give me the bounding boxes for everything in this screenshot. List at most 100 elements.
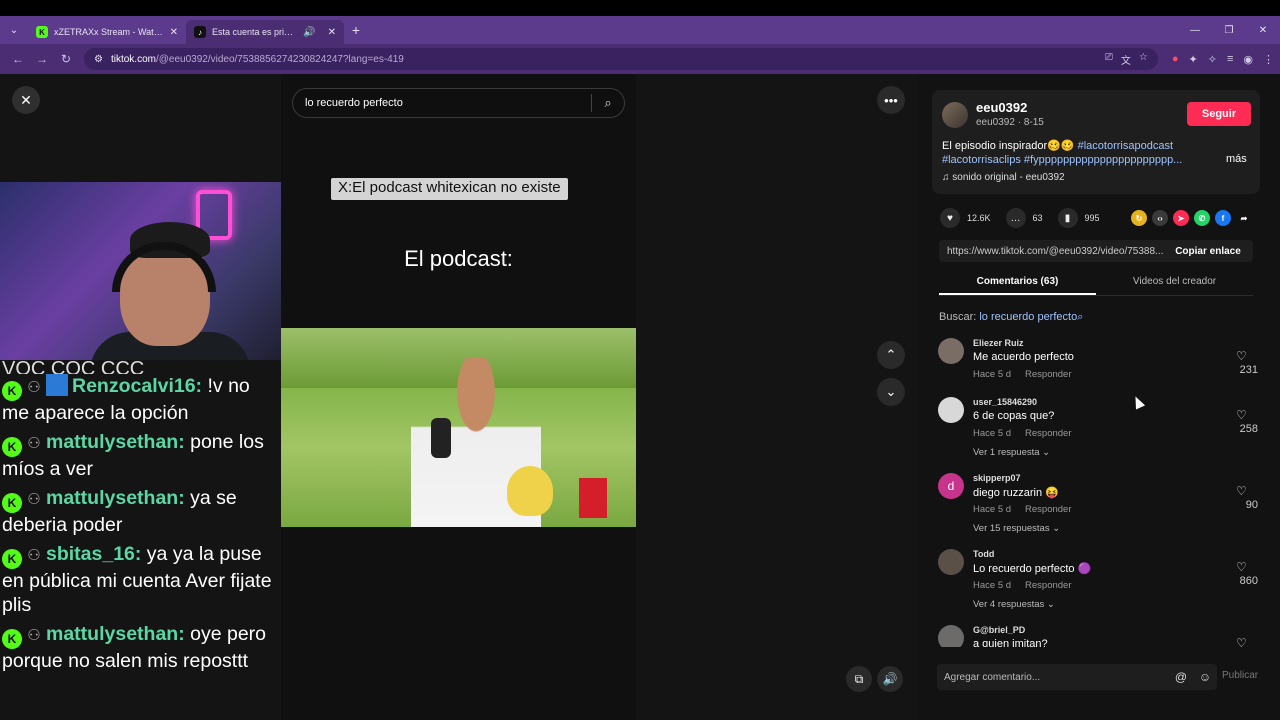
- gift-icon[interactable]: ✦: [1189, 53, 1198, 66]
- search-query-link[interactable]: lo recuerdo perfecto: [979, 311, 1077, 323]
- tab-close-icon[interactable]: ✕: [170, 27, 178, 38]
- kick-favicon-icon: K: [36, 26, 48, 38]
- comment-like-heart-icon[interactable]: ♡: [1236, 408, 1247, 422]
- commenter-name[interactable]: Todd: [973, 549, 994, 559]
- comment-time: Hace 5 d: [973, 504, 1012, 515]
- browser-tab-tiktok[interactable]: ♪ Esta cuenta es privada. Sig 🔊 ✕: [186, 20, 344, 44]
- reply-button[interactable]: Responder: [1025, 580, 1071, 591]
- comment-text: a quien imitan?: [973, 638, 1048, 647]
- embed-code-icon[interactable]: ‹›: [1152, 210, 1168, 226]
- copy-link-button[interactable]: Copiar enlace: [1163, 246, 1253, 257]
- comment-like-heart-icon[interactable]: ♡: [1236, 560, 1247, 574]
- chat-username: mattulysethan:: [46, 623, 185, 645]
- comment-meta: Hace 5 d Responder: [973, 428, 1072, 439]
- floating-player-button[interactable]: ⧉: [846, 666, 872, 692]
- tab-audio-icon[interactable]: 🔊: [303, 27, 315, 38]
- commenter-avatar[interactable]: d: [938, 473, 964, 499]
- publish-button[interactable]: Publicar: [1222, 670, 1258, 681]
- facebook-icon[interactable]: f: [1215, 210, 1231, 226]
- video-title-text: El podcast:: [404, 246, 513, 271]
- browser-menu-icon[interactable]: ⋮: [1263, 53, 1274, 66]
- reply-button[interactable]: Responder: [1025, 369, 1071, 380]
- reply-button[interactable]: Responder: [1025, 428, 1071, 439]
- translate-icon[interactable]: 文: [1121, 52, 1131, 67]
- user-icon: ⚇: [27, 491, 41, 508]
- chat-username: Renzocalvi16:: [72, 375, 203, 397]
- commenter-name[interactable]: G@briel_PD: [973, 625, 1025, 635]
- extension-red-icon[interactable]: ●: [1172, 53, 1179, 66]
- commenter-avatar[interactable]: [938, 338, 964, 364]
- share-arrow-icon[interactable]: ➦: [1236, 210, 1252, 226]
- bookmark-star-icon[interactable]: ☆: [1139, 52, 1148, 67]
- commenter-avatar[interactable]: [938, 397, 964, 423]
- author-name[interactable]: eeu0392: [976, 100, 1027, 115]
- comment-text: 6 de copas que?: [973, 410, 1055, 422]
- follow-button[interactable]: Seguir: [1187, 102, 1251, 126]
- window-close-icon[interactable]: ✕: [1246, 25, 1280, 36]
- kick-badge-icon: K: [2, 437, 22, 457]
- commenter-avatar[interactable]: [938, 549, 964, 575]
- commenter-avatar[interactable]: [938, 625, 964, 647]
- more-options-button[interactable]: •••: [877, 86, 905, 114]
- commenter-name[interactable]: Eliezer Ruiz: [973, 338, 1024, 348]
- commenter-name[interactable]: user_15846290: [973, 397, 1037, 407]
- user-icon: ⚇: [27, 379, 41, 396]
- chat-username: mattulysethan:: [46, 431, 185, 453]
- restore-icon[interactable]: ❐: [1212, 25, 1246, 36]
- chevron-down-icon: ⌄: [885, 384, 897, 399]
- video-search-input[interactable]: [305, 97, 591, 109]
- repost-icon[interactable]: ↻: [1131, 210, 1147, 226]
- back-icon[interactable]: ←: [6, 52, 30, 66]
- user-icon: ⚇: [27, 547, 41, 564]
- screen-top-strip: [0, 0, 1280, 16]
- emoji-icon[interactable]: ☺: [1193, 670, 1217, 684]
- comment-like-heart-icon[interactable]: ♡: [1236, 349, 1247, 363]
- author-avatar[interactable]: [942, 102, 968, 128]
- comment-like-heart-icon[interactable]: ♡: [1236, 484, 1247, 498]
- comment-like-heart-icon[interactable]: ♡: [1236, 636, 1247, 647]
- whatsapp-icon[interactable]: ✆: [1194, 210, 1210, 226]
- browser-tab-kick[interactable]: K xZETRAXx Stream - Watch Live ✕: [28, 20, 186, 44]
- comment-time: Hace 5 d: [973, 369, 1012, 380]
- chat-message: K ⚇ mattulysethan: pone los míos a ver: [2, 430, 281, 481]
- mention-icon[interactable]: @: [1169, 670, 1193, 684]
- tab-comments[interactable]: Comentarios (63): [939, 270, 1096, 295]
- forward-icon[interactable]: →: [30, 52, 54, 66]
- site-info-icon[interactable]: ⚙: [94, 54, 103, 65]
- comment-bubble-icon[interactable]: …: [1005, 208, 1026, 228]
- search-icon[interactable]: ⌕: [592, 95, 624, 111]
- chat-username: sbitas_16:: [46, 543, 142, 565]
- minimize-icon[interactable]: —: [1178, 25, 1212, 36]
- install-app-icon[interactable]: ⎚: [1105, 52, 1113, 67]
- reply-button[interactable]: Responder: [1025, 504, 1071, 515]
- video-overlay-caption: X:El podcast whitexican no existe: [331, 178, 568, 200]
- close-icon: ✕: [20, 91, 32, 108]
- tab-search-icon[interactable]: ⌄: [0, 16, 28, 44]
- new-tab-button[interactable]: +: [344, 22, 368, 38]
- view-replies-button[interactable]: Ver 15 respuestas ⌄: [973, 523, 1060, 534]
- tab-close-icon[interactable]: ✕: [328, 27, 336, 38]
- volume-button[interactable]: 🔊: [877, 666, 903, 692]
- reload-icon[interactable]: ↻: [54, 52, 78, 66]
- window-controls: — ❐ ✕: [1178, 25, 1280, 36]
- next-video-button[interactable]: ⌄: [877, 378, 905, 406]
- like-heart-icon[interactable]: ♥: [940, 208, 960, 228]
- bookmark-icon[interactable]: ▮: [1057, 208, 1078, 228]
- add-comment-input[interactable]: [944, 671, 1169, 683]
- view-replies-button[interactable]: Ver 1 respuesta ⌄: [973, 447, 1050, 458]
- view-replies-button[interactable]: Ver 4 respuestas ⌄: [973, 599, 1055, 610]
- comment-meta: Hace 5 d Responder: [973, 580, 1072, 591]
- extensions-puzzle-icon[interactable]: ✧: [1208, 53, 1217, 66]
- chat-cut-line: VOC COC CCC: [2, 360, 145, 374]
- send-icon[interactable]: ➤: [1173, 210, 1189, 226]
- chevron-up-icon: ⌃: [885, 347, 897, 362]
- url-field[interactable]: ⚙ tiktok.com/@eeu0392/video/753885627423…: [84, 48, 1158, 70]
- tab-creator-videos[interactable]: Videos del creador: [1096, 270, 1253, 295]
- close-video-button[interactable]: ✕: [12, 86, 40, 114]
- previous-video-button[interactable]: ⌃: [877, 341, 905, 369]
- commenter-name[interactable]: skipperp07: [973, 473, 1021, 483]
- profile-icon[interactable]: ◉: [1243, 53, 1253, 66]
- more-button[interactable]: más: [1226, 153, 1247, 165]
- sound-link[interactable]: ♫ sonido original - eeu0392: [942, 172, 1065, 183]
- reading-list-icon[interactable]: ≡: [1227, 53, 1233, 66]
